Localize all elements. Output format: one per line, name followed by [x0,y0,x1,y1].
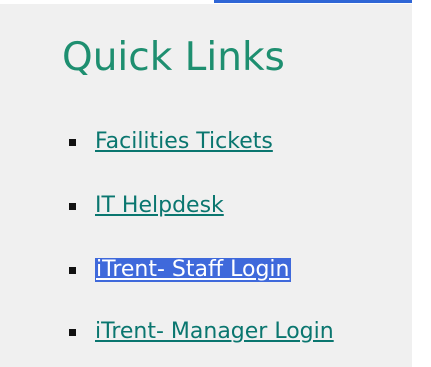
quick-links-list: Facilities Tickets IT Helpdesk iTrent- S… [0,4,412,367]
list-item-itrent-manager-login: iTrent- Manager Login [69,317,334,347]
bullet-icon [69,202,76,210]
bullet-icon [69,328,76,336]
list-item-itrent-staff-login: iTrent- Staff Login [69,255,291,285]
list-item-facilities-tickets: Facilities Tickets [69,127,273,157]
itrent-manager-login-link[interactable]: iTrent- Manager Login [95,319,334,344]
facilities-tickets-link[interactable]: Facilities Tickets [95,129,273,154]
bullet-icon [69,138,76,146]
it-helpdesk-link[interactable]: IT Helpdesk [95,193,224,218]
top-accent-line [214,0,412,3]
itrent-staff-login-link[interactable]: iTrent- Staff Login [95,257,291,283]
list-item-it-helpdesk: IT Helpdesk [69,191,224,221]
bullet-icon [69,266,76,274]
quick-links-panel: Quick Links Facilities Tickets IT Helpde… [0,4,412,367]
